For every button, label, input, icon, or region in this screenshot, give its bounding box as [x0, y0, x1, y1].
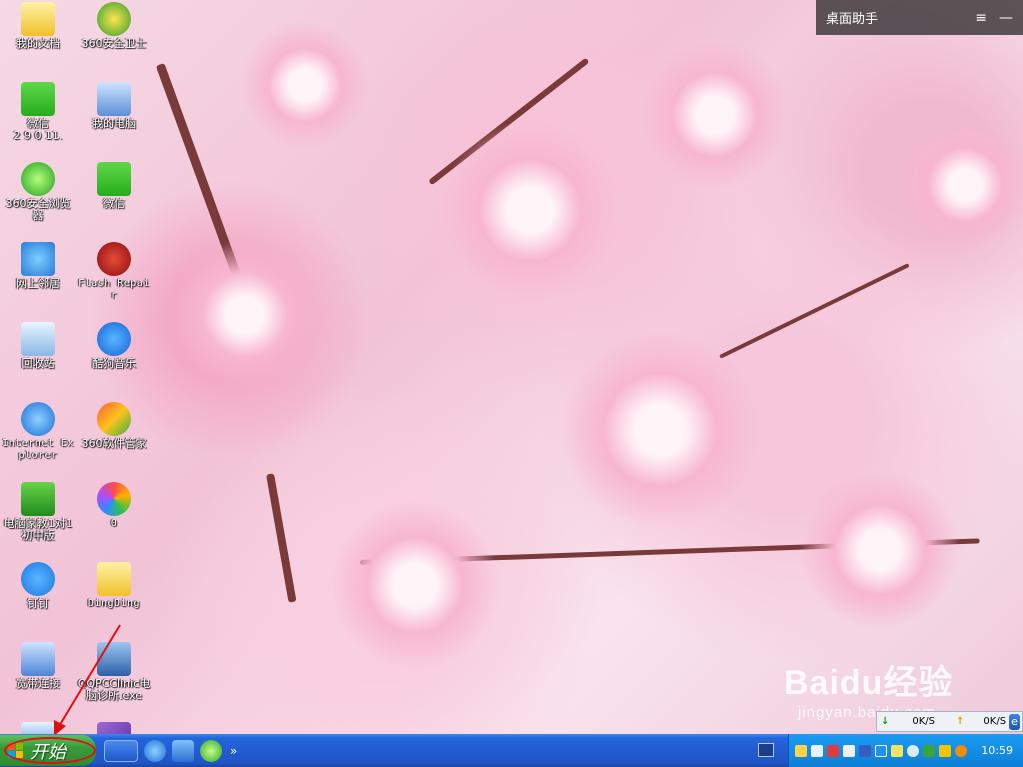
kugou-music-icon	[97, 322, 131, 356]
chat-icon[interactable]	[923, 744, 935, 757]
360-browser-icon	[21, 162, 55, 196]
folder-documents-icon	[21, 2, 55, 36]
blossom	[440, 120, 620, 300]
outlook-icon[interactable]	[172, 740, 194, 762]
desktop-icon-wechat[interactable]: 微信	[76, 160, 152, 238]
360-tray-icon[interactable]	[955, 744, 967, 757]
desktop-icon-internet-explorer[interactable]: Internet Explorer	[0, 400, 76, 478]
desktop-icon-label: DingDing	[87, 598, 141, 609]
blossom	[900, 120, 1023, 250]
upload-speed: 0K/S	[983, 716, 1007, 727]
quick-launch-bar: »	[104, 740, 237, 762]
desktop-icon-label: 0	[110, 518, 118, 529]
ie-icon[interactable]: e	[1009, 713, 1020, 730]
blossom	[640, 40, 790, 190]
download-arrow-icon: ↓	[881, 716, 890, 727]
desktop-icon-network-places[interactable]: 网上邻居	[0, 240, 76, 318]
blossom	[240, 20, 370, 150]
desktop-icon-tutor-app[interactable]: 电脑家教1对1初中版	[0, 480, 76, 558]
dingtalk-icon	[21, 562, 55, 596]
desktop-icon-kugou-music[interactable]: 酷狗音乐	[76, 320, 152, 398]
internet-explorer-icon	[21, 402, 55, 436]
desktop-icon-label: 回收站	[21, 357, 55, 370]
desktop-icon-label: Internet Explorer	[2, 438, 74, 461]
desktop-icon-flash-repair[interactable]: Flash Repair	[76, 240, 152, 318]
kugou-tray-icon[interactable]	[875, 744, 887, 757]
show-desktop-icon[interactable]	[104, 740, 138, 762]
annotation-arrow	[54, 624, 121, 736]
system-tray: 10:59	[788, 734, 1023, 767]
desktop-icon-label: 钉钉	[27, 597, 49, 610]
watermark-brand: Baidu经验	[784, 664, 954, 702]
quick-launch-more-button[interactable]: »	[230, 744, 237, 758]
wechat-icon	[97, 162, 131, 196]
360-security-icon	[97, 2, 131, 36]
upload-arrow-icon: ↑	[956, 716, 965, 727]
flash-repair-icon	[97, 242, 131, 276]
desktop-icon-360-security[interactable]: 360安全卫士	[76, 0, 152, 78]
my-computer-icon	[97, 82, 131, 116]
desktop-icon-label: Flash Repair	[78, 278, 150, 301]
keyboard-icon[interactable]	[758, 743, 774, 757]
desktop-icon-label: 酷狗音乐	[92, 357, 136, 370]
wireless-icon[interactable]	[811, 744, 823, 757]
desktop-icon-label: 360安全卫士	[81, 37, 147, 50]
download-speed: 0K/S	[912, 716, 936, 727]
blossom	[560, 330, 760, 530]
branch	[266, 473, 297, 603]
desktop-icon-label: 我的电脑	[92, 117, 136, 130]
desktop-icon-label: 电脑家教1对1初中版	[3, 517, 73, 542]
minimize-icon[interactable]: —	[999, 10, 1013, 26]
desktop-icon-label: 我的文档	[16, 37, 60, 50]
magnifier-icon[interactable]	[907, 744, 919, 757]
desktop-icon-my-computer[interactable]: 我的电脑	[76, 80, 152, 158]
desktop-icon-360-software-manager[interactable]: 360软件管家	[76, 400, 152, 478]
folder-icon	[97, 562, 131, 596]
helper-title: 桌面助手	[826, 12, 879, 27]
monitor-icon[interactable]	[859, 744, 871, 757]
desktop-icon-label: 微信 2 9 0 11.	[13, 117, 63, 142]
branch	[719, 263, 910, 359]
desktop-icon-recycle-bin[interactable]: 回收站	[0, 320, 76, 398]
tool-icon[interactable]	[891, 744, 903, 757]
blossom	[330, 500, 500, 670]
360-software-manager-icon	[97, 402, 131, 436]
desktop-icon-360-browser[interactable]: 360安全浏览器	[0, 160, 76, 238]
desktop-icon-label: 微信	[103, 197, 125, 210]
network-icon[interactable]	[795, 744, 807, 757]
network-places-icon	[21, 242, 55, 276]
annotation-circle	[4, 737, 96, 764]
desktop-icon-wechat[interactable]: 微信 2 9 0 11.	[0, 80, 76, 158]
ie-icon[interactable]	[144, 740, 166, 762]
security-icon[interactable]	[843, 744, 855, 757]
desktop-icon-label: 360软件管家	[81, 437, 147, 450]
tutor-app-icon	[21, 482, 55, 516]
shield-icon[interactable]	[939, 744, 951, 757]
desktop-wallpaper	[0, 0, 1023, 734]
antivirus-icon[interactable]	[827, 744, 839, 757]
menu-icon[interactable]: ≡	[975, 10, 987, 26]
blossom	[800, 470, 960, 630]
desktop-icon-label: 网上邻居	[16, 277, 60, 290]
desktop-icon-pinwheel-app[interactable]: 0	[76, 480, 152, 558]
pinwheel-app-icon	[97, 482, 131, 516]
recycle-bin-icon	[21, 322, 55, 356]
clock[interactable]: 10:59	[981, 744, 1013, 757]
desktop-helper-widget[interactable]: 桌面助手 ≡ —	[816, 0, 1023, 35]
blossom	[170, 240, 320, 390]
wechat-icon	[21, 82, 55, 116]
360-browser-icon[interactable]	[200, 740, 222, 762]
desktop-icon-label: 360安全浏览器	[5, 197, 71, 222]
network-speed-widget[interactable]: ↓ 0K/S ↑ 0K/S e	[876, 711, 1023, 732]
desktop-icon-folder-documents[interactable]: 我的文档	[0, 0, 76, 78]
